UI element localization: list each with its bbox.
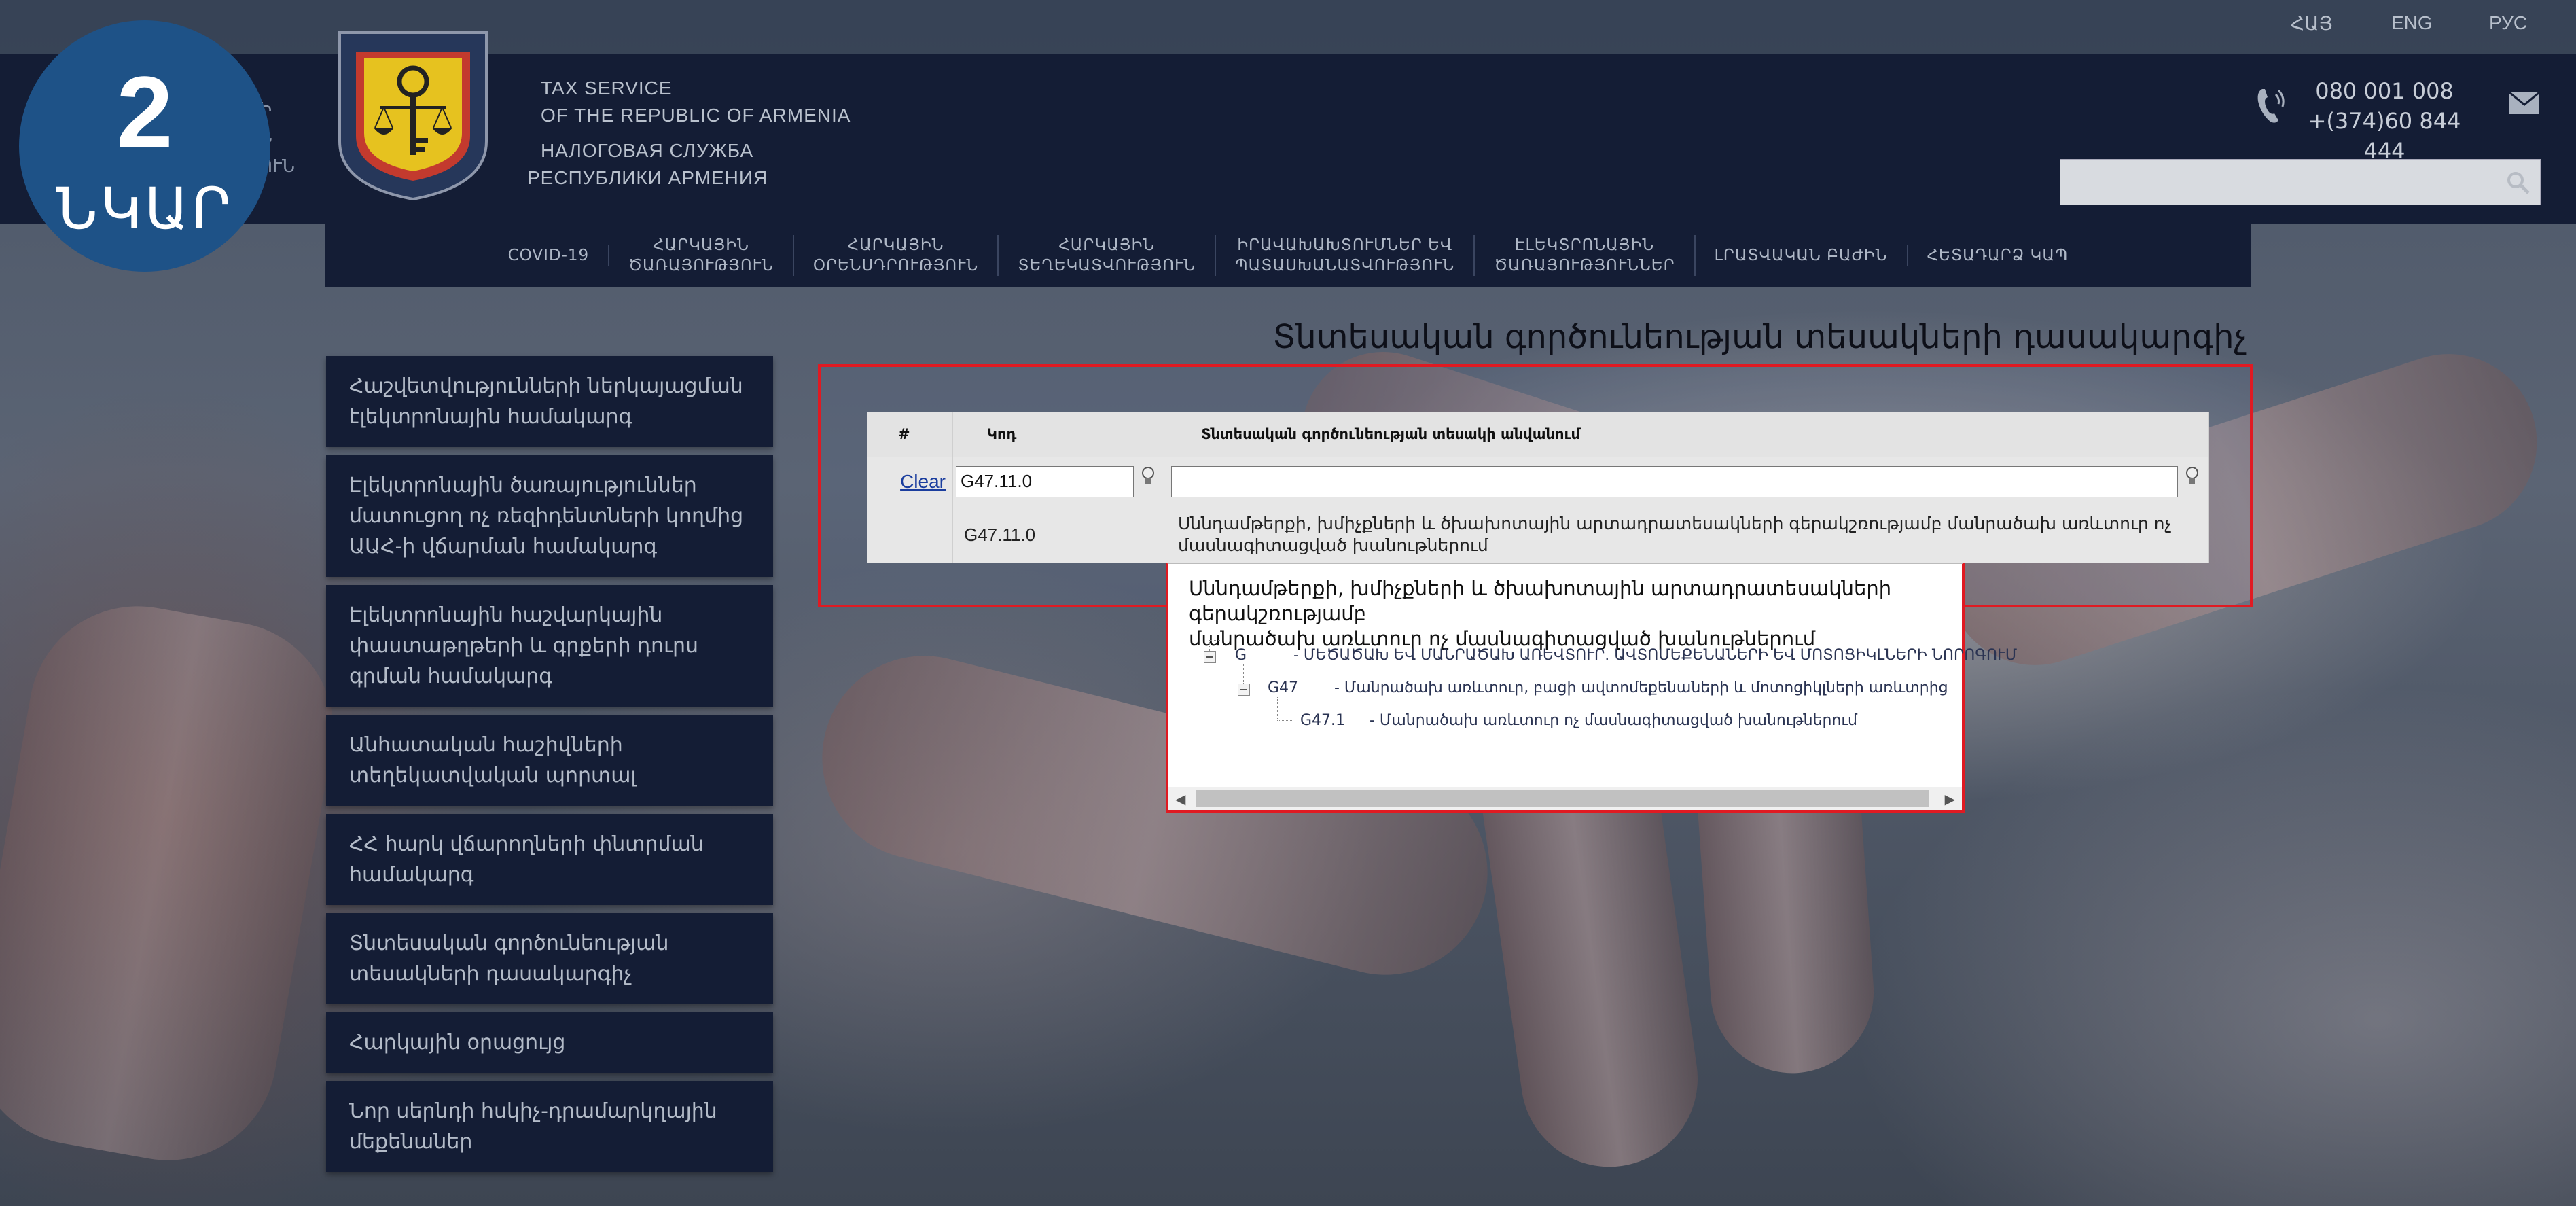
nav-item-tax-legislation[interactable]: ՀԱՐԿԱՅԻՆ ՕՐԵՆՍԴՐՈՒԹՅՈՒՆ xyxy=(794,235,999,276)
code-filter-input[interactable] xyxy=(956,465,1134,497)
nav-item-e-services[interactable]: ԷԼԵԿՏՐՈՆԱՅԻՆ ԾԱՌԱՅՈՒԹՅՈՒՆՆԵՐ xyxy=(1475,235,1696,276)
phone-icon xyxy=(2257,89,2285,123)
site-search-input[interactable] xyxy=(2060,159,2541,205)
scrollbar-thumb[interactable] xyxy=(1196,790,1929,807)
sidebar-item-taxpayer-search[interactable]: ՀՀ հարկ վճարողների փնտրման համակարգ xyxy=(326,814,773,905)
nav-item-feedback[interactable]: ՀԵՏԱԴԱՐՁ ԿԱՊ xyxy=(1908,245,2088,266)
classifier-grid: # Կոդ Տնտեսական գործունեության տեսակի ան… xyxy=(867,412,2209,563)
tree-node-division[interactable]: G47- Մանրածախ առևտուր, բացի ավտոմեքենանե… xyxy=(1268,679,1948,696)
page-title: Տնտեսական գործունեության տեսակների դասակ… xyxy=(1272,318,2247,356)
grid-filter-row: Clear xyxy=(867,457,2209,506)
sidebar-item-reporting-system[interactable]: Հաշվետվությունների ներկայացման էլեկտրոնայ… xyxy=(326,356,773,447)
collapse-icon[interactable] xyxy=(1204,651,1216,663)
grid-header-row: # Կոդ Տնտեսական գործունեության տեսակի ան… xyxy=(867,412,2209,457)
search-icon[interactable] xyxy=(2506,171,2530,195)
sidebar-item-personal-accounts[interactable]: Անհատական հաշիվների տեղեկատվական պորտալ xyxy=(326,715,773,806)
scroll-left-icon[interactable]: ◀ xyxy=(1175,791,1185,807)
nav-item-tax-service[interactable]: ՀԱՐԿԱՅԻՆ ԾԱՌԱՅՈՒԹՅՈՒՆ xyxy=(609,235,794,276)
sidebar-item-e-invoices[interactable]: Էլեկտրոնային հաշվարկային փաստաթղթերի և գր… xyxy=(326,585,773,707)
col-number-header: # xyxy=(867,412,953,457)
classifier-hierarchy-popup: Սննդամթերքի, խմիչքների և ծխախոտային արտա… xyxy=(1166,563,2017,813)
phone-number-1[interactable]: 080 001 008 xyxy=(2296,76,2473,106)
tree-node-group[interactable]: G47.1- Մանրածախ առևտուր ոչ մասնագիտացված… xyxy=(1300,712,1857,729)
nav-item-violations[interactable]: ԻՐԱՎԱԽԱԽՏՈՒՄՆԵՐ ԵՎ ՊԱՏԱՍԽԱՆԱՏՎՈՒԹՅՈՒՆ xyxy=(1216,235,1475,276)
row-description-cell[interactable]: Սննդամթերքի, խմիչքների և ծխախոտային արտա… xyxy=(1168,506,2209,563)
name-filter-input[interactable] xyxy=(1171,465,2178,497)
scroll-right-icon[interactable]: ▶ xyxy=(1945,791,1955,807)
tax-service-emblem-icon[interactable] xyxy=(333,26,493,202)
sidebar-item-nonresident-vat[interactable]: Էլեկտրոնային ծառայություններ մատուցող ոչ … xyxy=(326,455,773,577)
lang-hy-link[interactable]: ՀԱՅ xyxy=(2291,12,2333,35)
collapse-icon[interactable] xyxy=(1238,684,1250,696)
popup-horizontal-scrollbar[interactable]: ◀ ▶ xyxy=(1168,787,1962,810)
row-code-cell[interactable]: G47.11.0 xyxy=(952,506,1168,563)
nav-item-press[interactable]: ԼՐԱՏՎԱԿԱՆ ԲԱԺԻՆ xyxy=(1696,245,1908,266)
nav-item-covid[interactable]: COVID-19 xyxy=(489,245,610,266)
row-number-cell xyxy=(867,506,953,563)
contact-phones: 080 001 008 +(374)60 844 444 xyxy=(2296,76,2473,166)
main-nav: COVID-19 ՀԱՐԿԱՅԻՆ ԾԱՌԱՅՈՒԹՅՈՒՆ ՀԱՐԿԱՅԻՆ ՕՐ… xyxy=(325,224,2251,287)
sidebar-item-tax-calendar[interactable]: Հարկային օրացույց xyxy=(326,1012,773,1073)
popup-title: Սննդամթերքի, խմիչքների և ծխախոտային արտա… xyxy=(1189,577,1892,650)
lang-en-link[interactable]: ENG xyxy=(2391,12,2433,34)
clear-filter-link[interactable]: Clear xyxy=(900,471,946,492)
mail-icon[interactable] xyxy=(2509,92,2539,114)
filter-options-icon[interactable] xyxy=(2184,466,2200,486)
badge-number: 2 xyxy=(116,55,173,169)
col-name-header[interactable]: Տնտեսական գործունեության տեսակի անվանում xyxy=(1168,412,2209,457)
badge-word: ՆԿԱՐ xyxy=(56,177,234,241)
sidebar-item-activity-classifier[interactable]: Տնտեսական գործունեության տեսակների դասակա… xyxy=(326,913,773,1004)
figure-number-badge: 2 ՆԿԱՐ xyxy=(19,20,270,272)
sidebar-item-cash-registers[interactable]: Նոր սերնդի հսկիչ-դրամարկղային մեքենաներ xyxy=(326,1081,773,1172)
nav-item-tax-information[interactable]: ՀԱՐԿԱՅԻՆ ՏԵՂԵԿԱՏՎՈՒԹՅՈՒՆ xyxy=(999,235,1217,276)
org-name-en: TAX SERVICE OF THE REPUBLIC OF ARMENIA xyxy=(541,77,851,126)
tree-node-section[interactable]: G- ՄԵԾԱԾԱԽ ԵՎ ՄԱՆՐԱԾԱԽ ԱՌԵՎՏՈՒՐ. ԱՎՏՈՄԵՔ… xyxy=(1235,647,2017,664)
phone-number-2[interactable]: +(374)60 844 444 xyxy=(2296,106,2473,166)
filter-options-icon[interactable] xyxy=(1140,466,1156,486)
col-code-header[interactable]: Կոդ xyxy=(952,412,1168,457)
sidebar: Հաշվետվությունների ներկայացման էլեկտրոնայ… xyxy=(326,356,773,1180)
table-row[interactable]: G47.11.0 Սննդամթերքի, խմիչքների և ծխախոտ… xyxy=(867,506,2209,563)
org-name-ru: НАЛОГОВАЯ СЛУЖБА РЕСПУБЛИКИ АРМЕНИЯ xyxy=(527,140,768,188)
lang-ru-link[interactable]: РУС xyxy=(2489,12,2527,34)
